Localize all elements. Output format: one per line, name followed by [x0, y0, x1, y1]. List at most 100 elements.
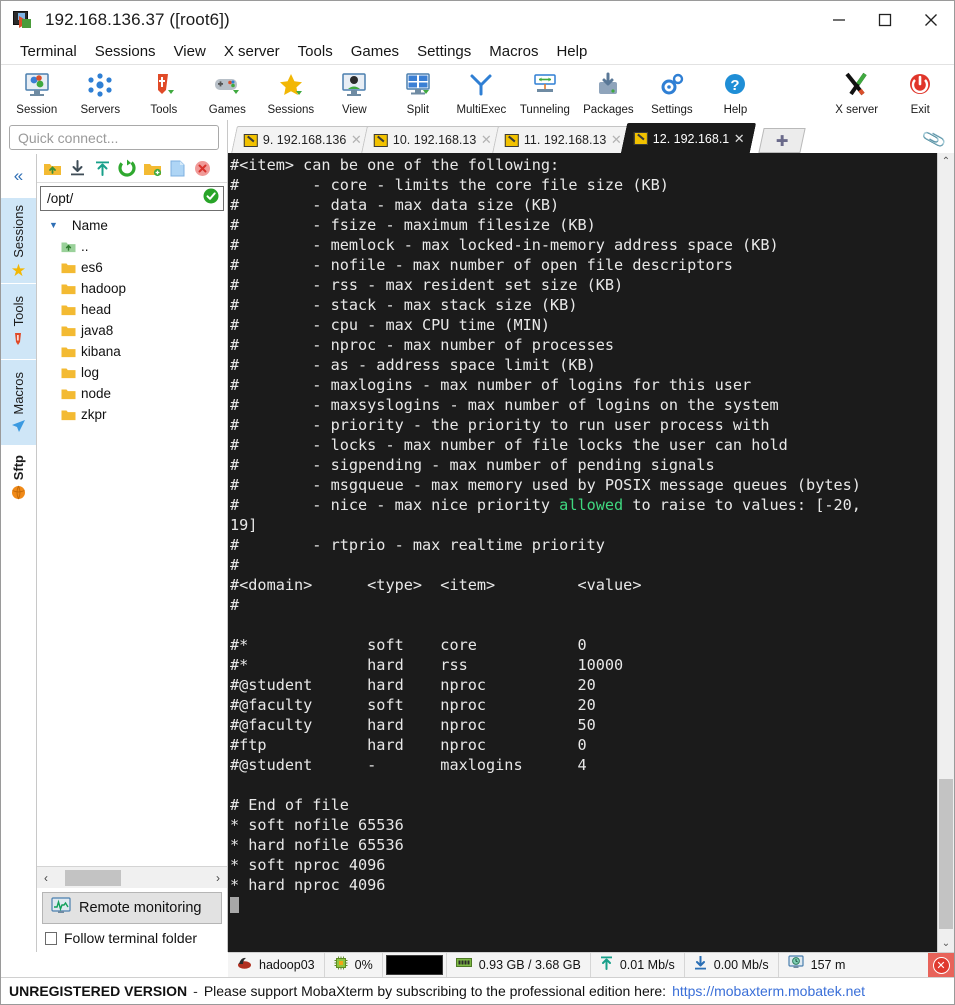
toolbar-split[interactable]: Split: [386, 69, 450, 116]
svg-text:?: ?: [731, 77, 740, 94]
toolbar-servers[interactable]: Servers: [69, 69, 133, 116]
menu-help[interactable]: Help: [547, 41, 596, 62]
list-item[interactable]: log: [37, 362, 227, 383]
close-tab-icon[interactable]: ✕: [734, 131, 745, 147]
list-item[interactable]: ..: [37, 236, 227, 257]
download-icon[interactable]: [66, 157, 88, 179]
minimize-button[interactable]: [816, 1, 862, 39]
delete-icon[interactable]: [191, 157, 213, 179]
session-tab-strip: 9. 192.168.136 ✕ 10. 192.168.13 ✕ 11. 19…: [228, 120, 954, 153]
list-item[interactable]: node: [37, 383, 227, 404]
quick-connect-input[interactable]: Quick connect...: [9, 125, 219, 150]
new-file-icon[interactable]: [166, 157, 188, 179]
terminal-line: # - nproc - max number of processes: [230, 335, 937, 355]
list-item[interactable]: head: [37, 299, 227, 320]
toolbar-xserver[interactable]: X server: [825, 69, 889, 116]
close-button[interactable]: [908, 1, 954, 39]
paperclip-icon[interactable]: 📎: [921, 127, 948, 153]
terminal-scrollbar[interactable]: ⌃ ⌄: [937, 153, 954, 952]
new-folder-icon[interactable]: [141, 157, 163, 179]
status-host[interactable]: hadoop03: [228, 953, 325, 977]
session-tab-9[interactable]: 9. 192.168.136 ✕: [231, 126, 374, 153]
sidebar-tab-tools[interactable]: Tools: [1, 284, 36, 360]
file-list-header[interactable]: ▼ Name: [37, 214, 227, 236]
scroll-right-arrow-icon[interactable]: ›: [209, 871, 227, 885]
mobaxterm-link[interactable]: https://mobaxterm.mobatek.net: [672, 983, 865, 999]
toolbar-sessions[interactable]: Sessions: [259, 69, 323, 116]
new-tab-button[interactable]: ✚: [758, 128, 807, 153]
status-upload[interactable]: 0.01 Mb/s: [591, 953, 685, 977]
terminal-text: # - as - address space limit (KB): [230, 356, 596, 374]
terminal-output[interactable]: #<item> can be one of the following: # - …: [228, 153, 937, 952]
status-graph[interactable]: [383, 953, 447, 977]
toolbar-settings-label: Settings: [651, 104, 693, 116]
list-item[interactable]: java8: [37, 320, 227, 341]
session-tab-12[interactable]: 12. 192.168.1 ✕: [620, 123, 757, 153]
refresh-icon[interactable]: [116, 157, 138, 179]
status-memory[interactable]: 0.93 GB / 3.68 GB: [447, 953, 591, 977]
menu-tools[interactable]: Tools: [289, 41, 342, 62]
terminal-scroll-track[interactable]: [938, 170, 954, 935]
toolbar-multiexec[interactable]: MultiExec: [450, 69, 514, 116]
list-item[interactable]: kibana: [37, 341, 227, 362]
terminal-scroll-thumb[interactable]: [939, 779, 953, 929]
status-latency[interactable]: 157 m: [779, 953, 855, 977]
menu-bar: Terminal Sessions View X server Tools Ga…: [1, 39, 954, 65]
terminal-text: # - sigpending - max number of pending s…: [230, 456, 715, 474]
terminal-text: #@student hard nproc 20: [230, 676, 596, 694]
toolbar-exit-label: Exit: [910, 104, 930, 116]
scroll-thumb[interactable]: [65, 869, 121, 886]
toolbar-tools[interactable]: Tools: [132, 69, 196, 116]
scroll-down-arrow-icon[interactable]: ⌄: [938, 935, 954, 952]
terminal-tab-icon: [633, 132, 648, 145]
close-tab-icon[interactable]: ✕: [351, 132, 362, 148]
terminal-text: #<domain> <type> <item> <value>: [230, 576, 642, 594]
follow-terminal-folder-checkbox[interactable]: [45, 931, 57, 945]
scroll-left-arrow-icon[interactable]: ‹: [37, 871, 55, 885]
toolbar-exit[interactable]: Exit: [888, 69, 952, 116]
list-item[interactable]: hadoop: [37, 278, 227, 299]
toolbar-games[interactable]: Games: [196, 69, 260, 116]
toolbar-help[interactable]: ? Help: [704, 69, 768, 116]
sidebar-tab-macros[interactable]: Macros: [1, 360, 36, 446]
terminal-line: #<item> can be one of the following:: [230, 155, 937, 175]
sidebar-tab-sftp-label: Sftp: [11, 454, 26, 481]
toolbar-view[interactable]: View: [323, 69, 387, 116]
close-tab-icon[interactable]: ✕: [482, 132, 493, 148]
collapse-panel-button[interactable]: «: [1, 154, 36, 198]
list-item[interactable]: zkpr: [37, 404, 227, 425]
support-text: Please support MobaXterm by subscribing …: [203, 983, 667, 999]
maximize-button[interactable]: [862, 1, 908, 39]
menu-terminal[interactable]: Terminal: [11, 41, 86, 62]
remote-monitoring-button[interactable]: Remote monitoring: [42, 892, 222, 924]
toolbar-settings[interactable]: Settings: [640, 69, 704, 116]
menu-settings[interactable]: Settings: [408, 41, 480, 62]
sidebar-tab-sessions[interactable]: Sessions ★: [1, 198, 36, 284]
menu-games[interactable]: Games: [342, 41, 408, 62]
follow-terminal-folder-row[interactable]: Follow terminal folder: [37, 927, 227, 952]
terminal-line: #* soft core 0: [230, 635, 937, 655]
menu-sessions[interactable]: Sessions: [86, 41, 165, 62]
list-item[interactable]: es6: [37, 257, 227, 278]
scroll-track[interactable]: [55, 869, 209, 886]
menu-x-server[interactable]: X server: [215, 41, 289, 62]
parent-folder-icon[interactable]: [41, 157, 63, 179]
status-close-button[interactable]: ✕: [928, 953, 954, 977]
toolbar-packages[interactable]: Packages: [577, 69, 641, 116]
file-list-horizontal-scrollbar[interactable]: ‹ ›: [37, 866, 227, 888]
toolbar-tunneling[interactable]: Tunneling: [513, 69, 577, 116]
toolbar-session[interactable]: Session: [5, 69, 69, 116]
status-download[interactable]: 0.00 Mb/s: [685, 953, 779, 977]
menu-view[interactable]: View: [165, 41, 215, 62]
sidebar-tab-sftp[interactable]: Sftp: [1, 446, 36, 510]
close-tab-icon[interactable]: ✕: [611, 132, 622, 148]
quick-connect-placeholder: Quick connect...: [18, 129, 119, 146]
upload-icon[interactable]: [91, 157, 113, 179]
scroll-up-arrow-icon[interactable]: ⌃: [938, 153, 954, 170]
status-cpu[interactable]: 0%: [325, 953, 383, 977]
menu-macros[interactable]: Macros: [480, 41, 547, 62]
session-tab-10[interactable]: 10. 192.168.13 ✕: [361, 126, 504, 153]
path-input[interactable]: /opt/: [40, 186, 224, 211]
session-tab-11[interactable]: 11. 192.168.13 ✕: [491, 126, 633, 153]
terminal-line: # - stack - max stack size (KB): [230, 295, 937, 315]
